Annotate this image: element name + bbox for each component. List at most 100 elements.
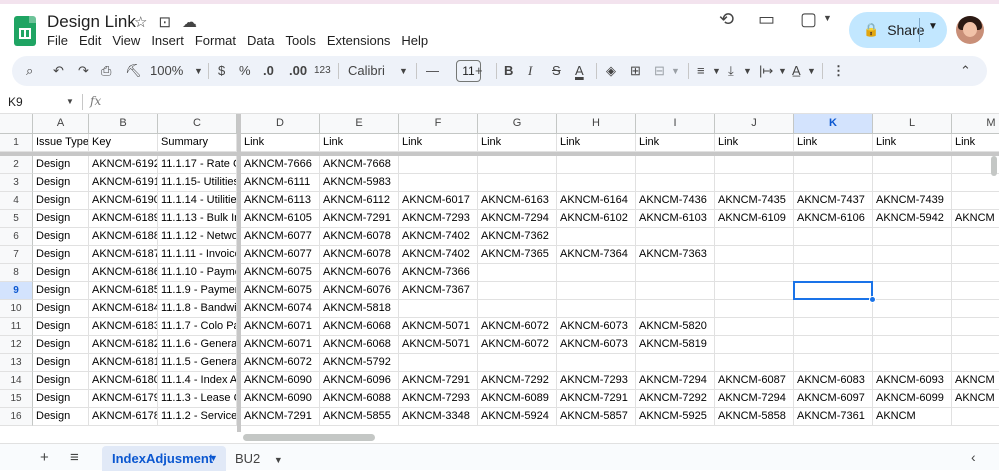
cell-f12[interactable]: AKNCM-5071 [399, 336, 478, 354]
cell-h6[interactable] [557, 228, 636, 246]
cell-b5[interactable]: AKNCM-6189 [89, 210, 158, 228]
cell-c3[interactable]: 11.1.15- Utilities [158, 174, 237, 192]
cell-e14[interactable]: AKNCM-6096 [320, 372, 399, 390]
meet-icon[interactable]: ▢ [800, 9, 817, 30]
column-header-g[interactable]: G [478, 114, 557, 134]
column-header-d[interactable]: D [241, 114, 320, 134]
row-header-13[interactable]: 13 [0, 354, 33, 372]
cell-f2[interactable] [399, 156, 478, 174]
cell-g4[interactable]: AKNCM-6163 [478, 192, 557, 210]
cell-g6[interactable]: AKNCM-7362 [478, 228, 557, 246]
cell-h11[interactable]: AKNCM-6073 [557, 318, 636, 336]
cell-j5[interactable]: AKNCM-6109 [715, 210, 794, 228]
cell-b16[interactable]: AKNCM-6178 [89, 408, 158, 426]
cell-h2[interactable] [557, 156, 636, 174]
cell-i7[interactable]: AKNCM-7363 [636, 246, 715, 264]
column-header-j[interactable]: J [715, 114, 794, 134]
wrap-dropdown-icon[interactable]: ▼ [778, 66, 787, 76]
cell-l15[interactable]: AKNCM-6099 [873, 390, 952, 408]
cell-a6[interactable]: Design [33, 228, 89, 246]
cell-l5[interactable]: AKNCM-5942 [873, 210, 952, 228]
cell-d14[interactable]: AKNCM-6090 [241, 372, 320, 390]
cell-f8[interactable]: AKNCM-7366 [399, 264, 478, 282]
cell-j12[interactable] [715, 336, 794, 354]
cell-c14[interactable]: 11.1.4 - Index Ac [158, 372, 237, 390]
cell-d6[interactable]: AKNCM-6077 [241, 228, 320, 246]
cell-l3[interactable] [873, 174, 952, 192]
cell-k10[interactable] [794, 300, 873, 318]
cell-h15[interactable]: AKNCM-7291 [557, 390, 636, 408]
cell-j8[interactable] [715, 264, 794, 282]
cell-l14[interactable]: AKNCM-6093 [873, 372, 952, 390]
row-header-7[interactable]: 7 [0, 246, 33, 264]
cell-h8[interactable] [557, 264, 636, 282]
comments-icon[interactable]: ▭ [758, 9, 775, 30]
cell-d2[interactable]: AKNCM-7666 [241, 156, 320, 174]
cell-l4[interactable]: AKNCM-7439 [873, 192, 952, 210]
cell-j9[interactable] [715, 282, 794, 300]
cell-g11[interactable]: AKNCM-6072 [478, 318, 557, 336]
cell-b12[interactable]: AKNCM-6182 [89, 336, 158, 354]
column-header-f[interactable]: F [399, 114, 478, 134]
row-header-11[interactable]: 11 [0, 318, 33, 336]
cell-b1[interactable]: Key [89, 134, 158, 152]
column-header-a[interactable]: A [33, 114, 89, 134]
cell-c5[interactable]: 11.1.13 - Bulk Inv [158, 210, 237, 228]
cell-b3[interactable]: AKNCM-6191 [89, 174, 158, 192]
cell-c8[interactable]: 11.1.10 - Payme [158, 264, 237, 282]
cell-g7[interactable]: AKNCM-7365 [478, 246, 557, 264]
cell-g9[interactable] [478, 282, 557, 300]
cell-k15[interactable]: AKNCM-6097 [794, 390, 873, 408]
cell-g13[interactable] [478, 354, 557, 372]
cell-b4[interactable]: AKNCM-6190 [89, 192, 158, 210]
cell-a14[interactable]: Design [33, 372, 89, 390]
share-dropdown-icon[interactable]: ▼ [928, 21, 938, 32]
cell-c1[interactable]: Summary [158, 134, 237, 152]
cell-j7[interactable] [715, 246, 794, 264]
menu-insert[interactable]: Insert [151, 33, 184, 48]
cell-l12[interactable] [873, 336, 952, 354]
strikethrough-button[interactable]: S [552, 63, 561, 78]
cell-l2[interactable] [873, 156, 952, 174]
percent-button[interactable]: % [239, 63, 251, 78]
menu-view[interactable]: View [112, 33, 140, 48]
cell-b2[interactable]: AKNCM-6192 [89, 156, 158, 174]
cell-g15[interactable]: AKNCM-6089 [478, 390, 557, 408]
paint-format-icon[interactable]: ⛏ [125, 63, 142, 79]
cell-b14[interactable]: AKNCM-6180 [89, 372, 158, 390]
cell-d5[interactable]: AKNCM-6105 [241, 210, 320, 228]
cell-j16[interactable]: AKNCM-5858 [715, 408, 794, 426]
horizontal-align-icon[interactable]: ≡ [697, 63, 705, 78]
cell-j4[interactable]: AKNCM-7435 [715, 192, 794, 210]
cell-a2[interactable]: Design [33, 156, 89, 174]
cell-f3[interactable] [399, 174, 478, 192]
cell-a15[interactable]: Design [33, 390, 89, 408]
cell-h4[interactable]: AKNCM-6164 [557, 192, 636, 210]
cell-e5[interactable]: AKNCM-7291 [320, 210, 399, 228]
cell-i3[interactable] [636, 174, 715, 192]
share-button[interactable]: 🔒 Share ▼ [849, 12, 947, 48]
cell-a3[interactable]: Design [33, 174, 89, 192]
cell-a13[interactable]: Design [33, 354, 89, 372]
cell-d9[interactable]: AKNCM-6075 [241, 282, 320, 300]
cell-a9[interactable]: Design [33, 282, 89, 300]
more-options-icon[interactable]: ⋮ [832, 63, 845, 79]
decrease-decimal-button[interactable]: .0 [263, 63, 274, 78]
cell-e7[interactable]: AKNCM-6078 [320, 246, 399, 264]
cell-h10[interactable] [557, 300, 636, 318]
cell-f4[interactable]: AKNCM-6017 [399, 192, 478, 210]
row-header-16[interactable]: 16 [0, 408, 33, 426]
name-box[interactable]: K9 [8, 95, 23, 109]
italic-button[interactable]: I [528, 63, 532, 79]
cell-h12[interactable]: AKNCM-6073 [557, 336, 636, 354]
cell-k12[interactable] [794, 336, 873, 354]
cell-a5[interactable]: Design [33, 210, 89, 228]
cell-f15[interactable]: AKNCM-7293 [399, 390, 478, 408]
cell-c12[interactable]: 11.1.6 - Generate [158, 336, 237, 354]
cell-d8[interactable]: AKNCM-6075 [241, 264, 320, 282]
vertical-scrollbar[interactable] [988, 154, 999, 432]
cell-d10[interactable]: AKNCM-6074 [241, 300, 320, 318]
cell-l1[interactable]: Link [873, 134, 952, 152]
text-color-button[interactable]: A [575, 63, 584, 78]
row-header-5[interactable]: 5 [0, 210, 33, 228]
